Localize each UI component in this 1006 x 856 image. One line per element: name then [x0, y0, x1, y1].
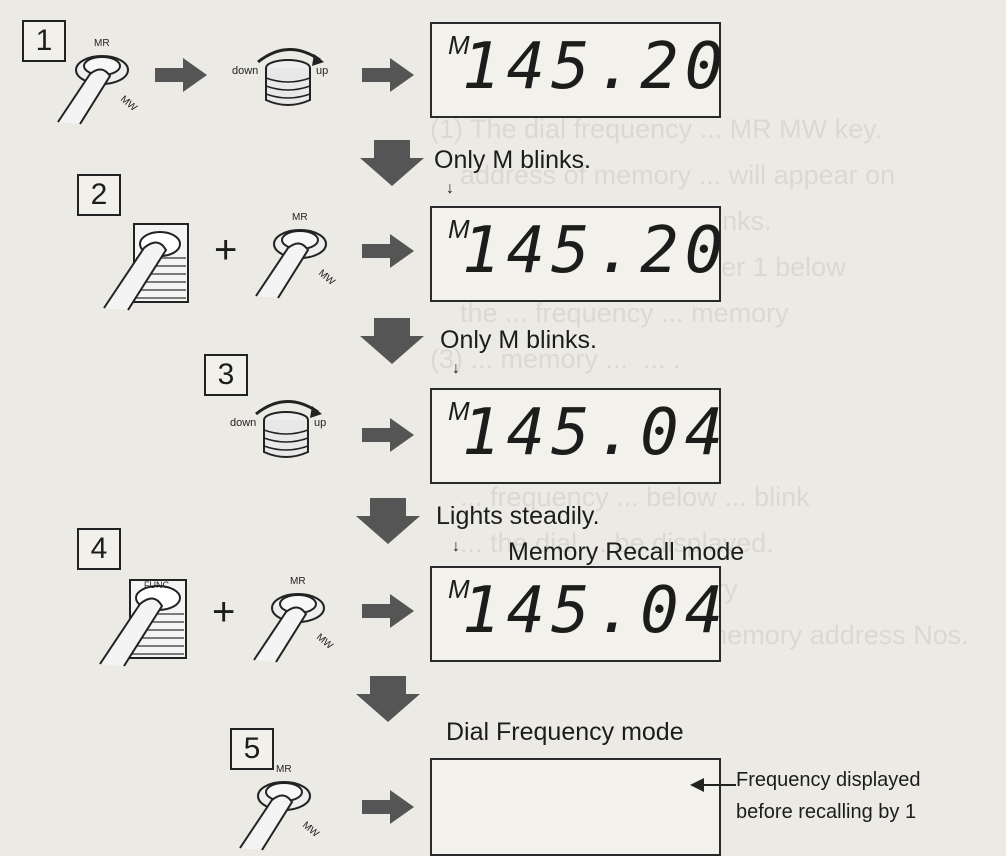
frequency-readout: 145.20 — [462, 30, 730, 104]
step-3-note: Only M blinks. — [440, 326, 597, 354]
mw-label: MW — [314, 632, 335, 652]
up-label: up — [314, 417, 326, 429]
lcd-display-step-5 — [430, 758, 721, 856]
right-arrow-icon — [362, 418, 414, 452]
func-label: FUNC — [144, 580, 169, 590]
dial-frequency-mode-label: Dial Frequency mode — [446, 718, 684, 746]
step-4-note: Lights steadily. — [436, 502, 600, 530]
step-2-label: 2 — [77, 174, 121, 216]
frequency-note-line-1: Frequency displayed — [736, 769, 921, 791]
plus-sign: + — [214, 228, 238, 272]
down-arrow-icon — [360, 318, 424, 364]
mw-label: MW — [300, 820, 321, 840]
lcd-display-step-4: M 145.04 — [430, 566, 723, 662]
step-4-label: 4 — [77, 528, 121, 570]
steady-pointer: ↓ — [452, 538, 460, 555]
right-arrow-icon — [155, 58, 207, 92]
up-label: up — [316, 65, 328, 77]
frequency-readout: 145.04 — [462, 396, 730, 470]
mr-label: MR — [94, 38, 110, 49]
mw-label: MW — [118, 94, 139, 114]
step-number: 4 — [90, 532, 108, 565]
step-number: 2 — [90, 178, 108, 211]
step-number: 5 — [243, 732, 261, 765]
right-arrow-icon — [362, 234, 414, 268]
memory-recall-mode-label: Memory Recall mode — [508, 538, 745, 566]
mr-label: MR — [290, 576, 306, 587]
lcd-display-step-3: M 145.04 — [430, 388, 723, 484]
mr-mw-key-press-icon: MR MW — [255, 212, 337, 299]
mr-mw-key-press-icon: MR MW — [57, 38, 139, 125]
frequency-note: Frequency displayed before recalling by … — [736, 764, 921, 828]
lcd-display-step-2: M 145.20 — [430, 206, 723, 302]
tuning-dial-icon: down up — [232, 48, 328, 106]
down-arrow-icon — [356, 498, 420, 544]
mr-label: MR — [276, 764, 292, 775]
frequency-readout: 145.04 — [462, 574, 730, 648]
down-label: down — [230, 417, 256, 429]
right-arrow-icon — [362, 790, 414, 824]
mr-mw-key-press-icon: MR MW — [253, 576, 335, 663]
down-arrow-icon — [356, 676, 420, 722]
right-arrow-icon — [362, 58, 414, 92]
blink-pointer: ↓ — [446, 180, 454, 197]
frequency-note-line-2: before recalling by 1 — [736, 801, 917, 823]
blink-pointer: ↓ — [452, 360, 460, 377]
down-arrow-icon — [360, 140, 424, 186]
step-2-note: Only M blinks. — [434, 146, 591, 174]
mr-mw-key-press-icon: MR MW — [239, 764, 321, 851]
tuning-dial-icon: down up — [230, 400, 326, 458]
lcd-display-step-1: M 145.20 — [430, 22, 723, 118]
frequency-readout: 145.20 — [462, 214, 730, 288]
func-key-press-icon — [103, 223, 189, 311]
right-arrow-icon — [362, 594, 414, 628]
plus-sign: + — [212, 590, 236, 634]
down-label: down — [232, 65, 258, 77]
mw-label: MW — [316, 268, 337, 288]
func-key-press-icon: FUNC — [99, 579, 187, 667]
left-arrow-icon — [690, 778, 736, 792]
mr-label: MR — [292, 212, 308, 223]
